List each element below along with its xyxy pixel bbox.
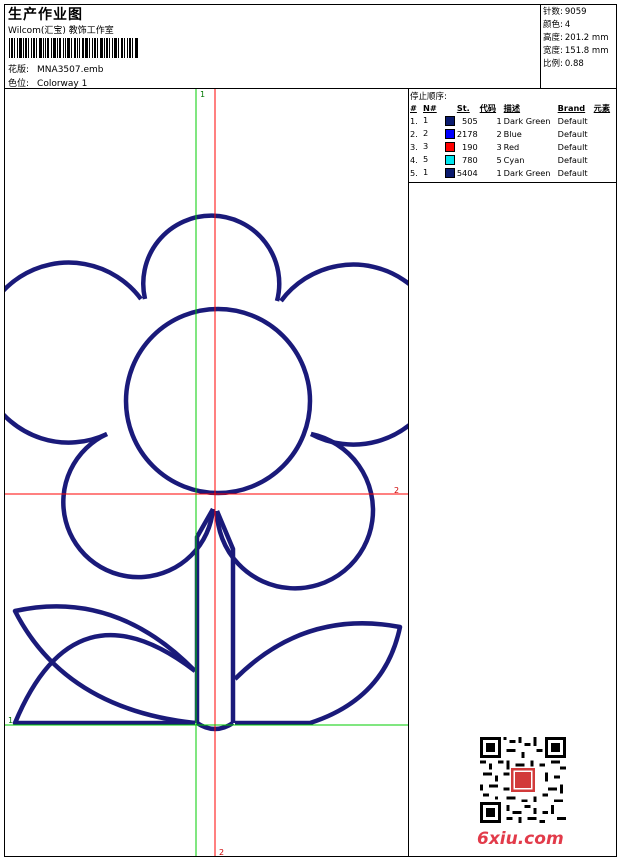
cell-brand: Default [557,154,588,165]
col-header: Brand [557,102,586,113]
col-header: 代码 [479,102,497,113]
col-header: N# [423,102,437,113]
cell-stitches: 5404 [456,167,478,178]
cell-code: 1 [496,167,502,178]
cell-stitches: 2178 [456,128,478,139]
guide-label-right: 2 [394,486,399,495]
cell-stitches: 190 [462,141,478,152]
cell-element [593,140,617,153]
color-swatch [444,154,455,165]
cell-stitches: 780 [462,154,478,165]
flower-outline [5,213,408,732]
cell-needle: 1 [422,166,456,179]
studio-subtitle: Wilcom(汇宝) 教饰工作室 [8,26,114,36]
cell-index: 3. [410,141,418,152]
cell-stitches: 505 [462,115,478,126]
qr-code [480,737,566,823]
cell-needle: 3 [422,140,456,153]
col-header: 元素 [593,102,611,113]
right-leaf [233,621,403,726]
cell-needle: 2 [422,127,456,140]
stat-colors: 颜色: 4 [543,20,571,30]
color-swatch [444,141,455,152]
color-swatch [444,167,455,178]
color-swatch [444,115,455,126]
left-petal [5,260,143,445]
panel-divider [408,88,409,857]
cell-brand: Default [557,167,588,178]
right-petal [279,262,408,447]
cell-index: 4. [410,154,418,165]
cell-element [593,153,617,166]
guide-label-top: 1 [200,90,205,99]
barcode [9,38,138,58]
cell-code: 5 [496,154,502,165]
cell-brand: Default [557,115,588,126]
cell-needle: 1 [422,114,456,127]
stat-scale: 比例: 0.88 [543,59,584,69]
table-row: 1. 1 505 1 Dark Green Default [409,114,617,127]
cell-description: Dark Green [503,167,551,178]
flower-center [123,306,313,496]
color-swatch [444,128,455,139]
cell-description: Blue [503,128,522,139]
lower-left-petal [61,431,216,580]
cell-index: 1. [410,115,418,126]
cell-description: Red [503,141,520,152]
cell-code: 1 [496,115,502,126]
stat-width: 宽度: 151.8 mm [543,46,609,56]
col-header: 描述 [503,102,521,113]
stat-height: 高度: 201.2 mm [543,33,609,43]
watermark-logo: 6xiu.com [477,829,564,849]
stop-sequence-table: # N# St. 代码 描述 Brand 元素 1. 1 505 1 Dark Gre… [409,101,617,179]
pattern-value: MNA3507.emb [37,65,104,75]
stat-stitches: 针数: 9059 [543,7,587,17]
cell-code: 3 [496,141,502,152]
cell-element [593,166,617,179]
cell-description: Cyan [503,154,525,165]
cell-code: 2 [496,128,502,139]
cell-brand: Default [557,128,588,139]
table-row: 2. 2 2178 2 Blue Default [409,127,617,140]
cell-brand: Default [557,141,588,152]
cell-element [593,127,617,140]
pattern-row: 花版: MNA3507.emb [8,62,103,75]
table-row: 5. 1 5404 1 Dark Green Default [409,166,617,179]
top-petal [141,213,282,302]
table-row: 3. 3 190 3 Red Default [409,140,617,153]
table-row: 4. 5 780 5 Cyan Default [409,153,617,166]
table-bottom-divider [408,182,617,183]
table-header-row: # N# St. 代码 描述 Brand 元素 [409,101,617,114]
cell-description: Dark Green [503,115,551,126]
embroidery-design-canvas: 1 2 1 2 [5,89,408,856]
guide-label-bottom: 2 [219,848,224,856]
col-header: # [410,102,417,113]
cell-needle: 5 [422,153,456,166]
stats-divider [540,4,541,88]
cell-index: 5. [410,167,418,178]
lower-right-petal [214,431,376,591]
cell-element [593,114,617,127]
cell-index: 2. [410,128,418,139]
col-header: St. [456,102,470,113]
design-stats: 针数: 9059 颜色: 4 高度: 201.2 mm 宽度: 151.8 mm 比例:… [543,6,608,71]
guide-label-left: 1 [8,716,13,725]
page-title: 生产作业图 [8,7,83,23]
pattern-label: 花版: [8,65,30,75]
